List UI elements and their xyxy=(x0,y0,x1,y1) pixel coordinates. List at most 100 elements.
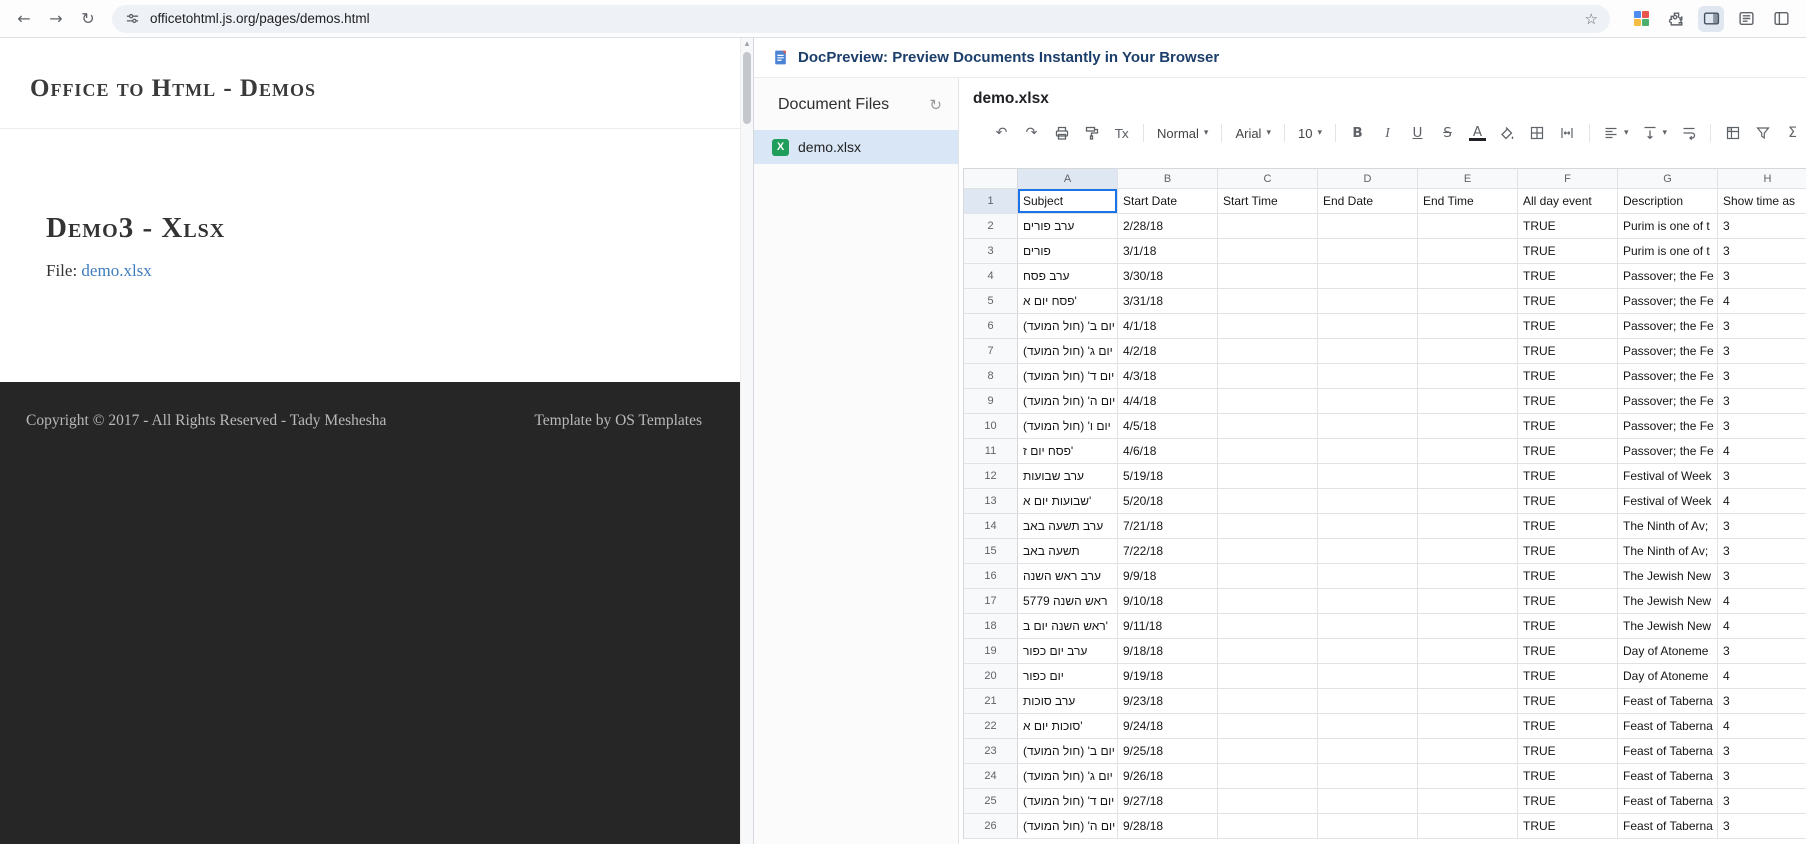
grid-cell-B20[interactable]: 9/19/18 xyxy=(1118,664,1218,689)
grid-cell-A3[interactable]: פורים xyxy=(1018,239,1118,264)
grid-cell-A9[interactable]: יום ה' (חול המועד) xyxy=(1018,389,1118,414)
grid-cell-F2[interactable]: TRUE xyxy=(1518,214,1618,239)
grid-cell-H19[interactable]: 3 xyxy=(1718,639,1806,664)
grid-cell-A5[interactable]: פסח יום א' xyxy=(1018,289,1118,314)
reading-list-icon[interactable] xyxy=(1733,6,1759,32)
grid-cell-C15[interactable] xyxy=(1218,539,1318,564)
merge-cells-icon[interactable] xyxy=(1559,124,1576,142)
grid-cell-B8[interactable]: 4/3/18 xyxy=(1118,364,1218,389)
column-header-G[interactable]: G xyxy=(1618,168,1718,189)
freeze-icon[interactable] xyxy=(1724,124,1741,142)
grid-cell-C18[interactable] xyxy=(1218,614,1318,639)
grid-cell-B22[interactable]: 9/24/18 xyxy=(1118,714,1218,739)
grid-cell-F15[interactable]: TRUE xyxy=(1518,539,1618,564)
grid-cell-D26[interactable] xyxy=(1318,814,1418,839)
grid-cell-G5[interactable]: Passover; the Fe xyxy=(1618,289,1718,314)
grid-cell-G16[interactable]: The Jewish New xyxy=(1618,564,1718,589)
row-header-14[interactable]: 14 xyxy=(963,514,1018,539)
grid-cell-E22[interactable] xyxy=(1418,714,1518,739)
grid-cell-G8[interactable]: Passover; the Fe xyxy=(1618,364,1718,389)
grid-cell-B26[interactable]: 9/28/18 xyxy=(1118,814,1218,839)
grid-cell-E20[interactable] xyxy=(1418,664,1518,689)
grid-cell-C13[interactable] xyxy=(1218,489,1318,514)
grid-cell-B3[interactable]: 3/1/18 xyxy=(1118,239,1218,264)
grid-cell-D21[interactable] xyxy=(1318,689,1418,714)
row-header-21[interactable]: 21 xyxy=(963,689,1018,714)
grid-cell-F16[interactable]: TRUE xyxy=(1518,564,1618,589)
grid-cell-B10[interactable]: 4/5/18 xyxy=(1118,414,1218,439)
grid-cell-B4[interactable]: 3/30/18 xyxy=(1118,264,1218,289)
grid-cell-D10[interactable] xyxy=(1318,414,1418,439)
grid-cell-H21[interactable]: 3 xyxy=(1718,689,1806,714)
grid-cell-E26[interactable] xyxy=(1418,814,1518,839)
grid-cell-H1[interactable]: Show time as xyxy=(1718,189,1806,214)
grid-cell-F11[interactable]: TRUE xyxy=(1518,439,1618,464)
grid-cell-F21[interactable]: TRUE xyxy=(1518,689,1618,714)
row-header-16[interactable]: 16 xyxy=(963,564,1018,589)
grid-cell-E11[interactable] xyxy=(1418,439,1518,464)
grid-cell-A15[interactable]: תשעה באב xyxy=(1018,539,1118,564)
column-header-H[interactable]: H xyxy=(1718,168,1806,189)
grid-cell-G15[interactable]: The Ninth of Av; xyxy=(1618,539,1718,564)
row-header-26[interactable]: 26 xyxy=(963,814,1018,839)
file-item-demo-xlsx[interactable]: X demo.xlsx xyxy=(754,130,958,164)
grid-cell-B24[interactable]: 9/26/18 xyxy=(1118,764,1218,789)
grid-cell-C11[interactable] xyxy=(1218,439,1318,464)
row-header-18[interactable]: 18 xyxy=(963,614,1018,639)
grid-cell-C24[interactable] xyxy=(1218,764,1318,789)
grid-cell-D22[interactable] xyxy=(1318,714,1418,739)
grid-cell-D11[interactable] xyxy=(1318,439,1418,464)
row-header-5[interactable]: 5 xyxy=(963,289,1018,314)
grid-cell-G7[interactable]: Passover; the Fe xyxy=(1618,339,1718,364)
grid-cell-A20[interactable]: יום כפור xyxy=(1018,664,1118,689)
grid-cell-H2[interactable]: 3 xyxy=(1718,214,1806,239)
grid-cell-C16[interactable] xyxy=(1218,564,1318,589)
grid-cell-D8[interactable] xyxy=(1318,364,1418,389)
grid-cell-C12[interactable] xyxy=(1218,464,1318,489)
strikethrough-icon[interactable]: S xyxy=(1439,124,1456,142)
grid-cell-A10[interactable]: יום ו' (חול המועד) xyxy=(1018,414,1118,439)
grid-cell-E9[interactable] xyxy=(1418,389,1518,414)
grid-cell-H12[interactable]: 3 xyxy=(1718,464,1806,489)
grid-cell-G20[interactable]: Day of Atoneme xyxy=(1618,664,1718,689)
grid-cell-G13[interactable]: Festival of Week xyxy=(1618,489,1718,514)
grid-cell-F8[interactable]: TRUE xyxy=(1518,364,1618,389)
grid-cell-C3[interactable] xyxy=(1218,239,1318,264)
grid-cell-A18[interactable]: ראש השנה יום ב' xyxy=(1018,614,1118,639)
grid-cell-A25[interactable]: יום ד' (חול המועד) xyxy=(1018,789,1118,814)
grid-cell-E16[interactable] xyxy=(1418,564,1518,589)
grid-cell-H20[interactable]: 4 xyxy=(1718,664,1806,689)
refresh-icon[interactable]: ↻ xyxy=(929,96,942,114)
grid-cell-D6[interactable] xyxy=(1318,314,1418,339)
bold-icon[interactable]: B xyxy=(1349,124,1366,142)
grid-cell-B5[interactable]: 3/31/18 xyxy=(1118,289,1218,314)
back-button[interactable]: ← xyxy=(10,5,38,33)
grid-cell-E25[interactable] xyxy=(1418,789,1518,814)
formula-dropdown[interactable]: Σ ▾ xyxy=(1784,124,1806,142)
grid-cell-E19[interactable] xyxy=(1418,639,1518,664)
grid-cell-A13[interactable]: שבועות יום א' xyxy=(1018,489,1118,514)
grid-cell-E7[interactable] xyxy=(1418,339,1518,364)
grid-cell-C19[interactable] xyxy=(1218,639,1318,664)
grid-cell-B16[interactable]: 9/9/18 xyxy=(1118,564,1218,589)
grid-cell-E13[interactable] xyxy=(1418,489,1518,514)
grid-cell-C5[interactable] xyxy=(1218,289,1318,314)
grid-cell-B2[interactable]: 2/28/18 xyxy=(1118,214,1218,239)
grid-cell-B25[interactable]: 9/27/18 xyxy=(1118,789,1218,814)
grid-cell-G24[interactable]: Feast of Taberna xyxy=(1618,764,1718,789)
column-header-F[interactable]: F xyxy=(1518,168,1618,189)
grid-cell-E24[interactable] xyxy=(1418,764,1518,789)
grid-cell-A17[interactable]: ראש השנה 5779 xyxy=(1018,589,1118,614)
grid-cell-F19[interactable]: TRUE xyxy=(1518,639,1618,664)
grid-cell-C10[interactable] xyxy=(1218,414,1318,439)
grid-cell-B15[interactable]: 7/22/18 xyxy=(1118,539,1218,564)
grid-cell-D7[interactable] xyxy=(1318,339,1418,364)
grid-cell-E2[interactable] xyxy=(1418,214,1518,239)
grid-cell-E4[interactable] xyxy=(1418,264,1518,289)
fill-color-icon[interactable] xyxy=(1499,124,1516,142)
grid-cell-G11[interactable]: Passover; the Fe xyxy=(1618,439,1718,464)
grid-cell-A2[interactable]: ערב פורים xyxy=(1018,214,1118,239)
grid-cell-A21[interactable]: ערב סוכות xyxy=(1018,689,1118,714)
grid-cell-G14[interactable]: The Ninth of Av; xyxy=(1618,514,1718,539)
grid-cell-C8[interactable] xyxy=(1218,364,1318,389)
